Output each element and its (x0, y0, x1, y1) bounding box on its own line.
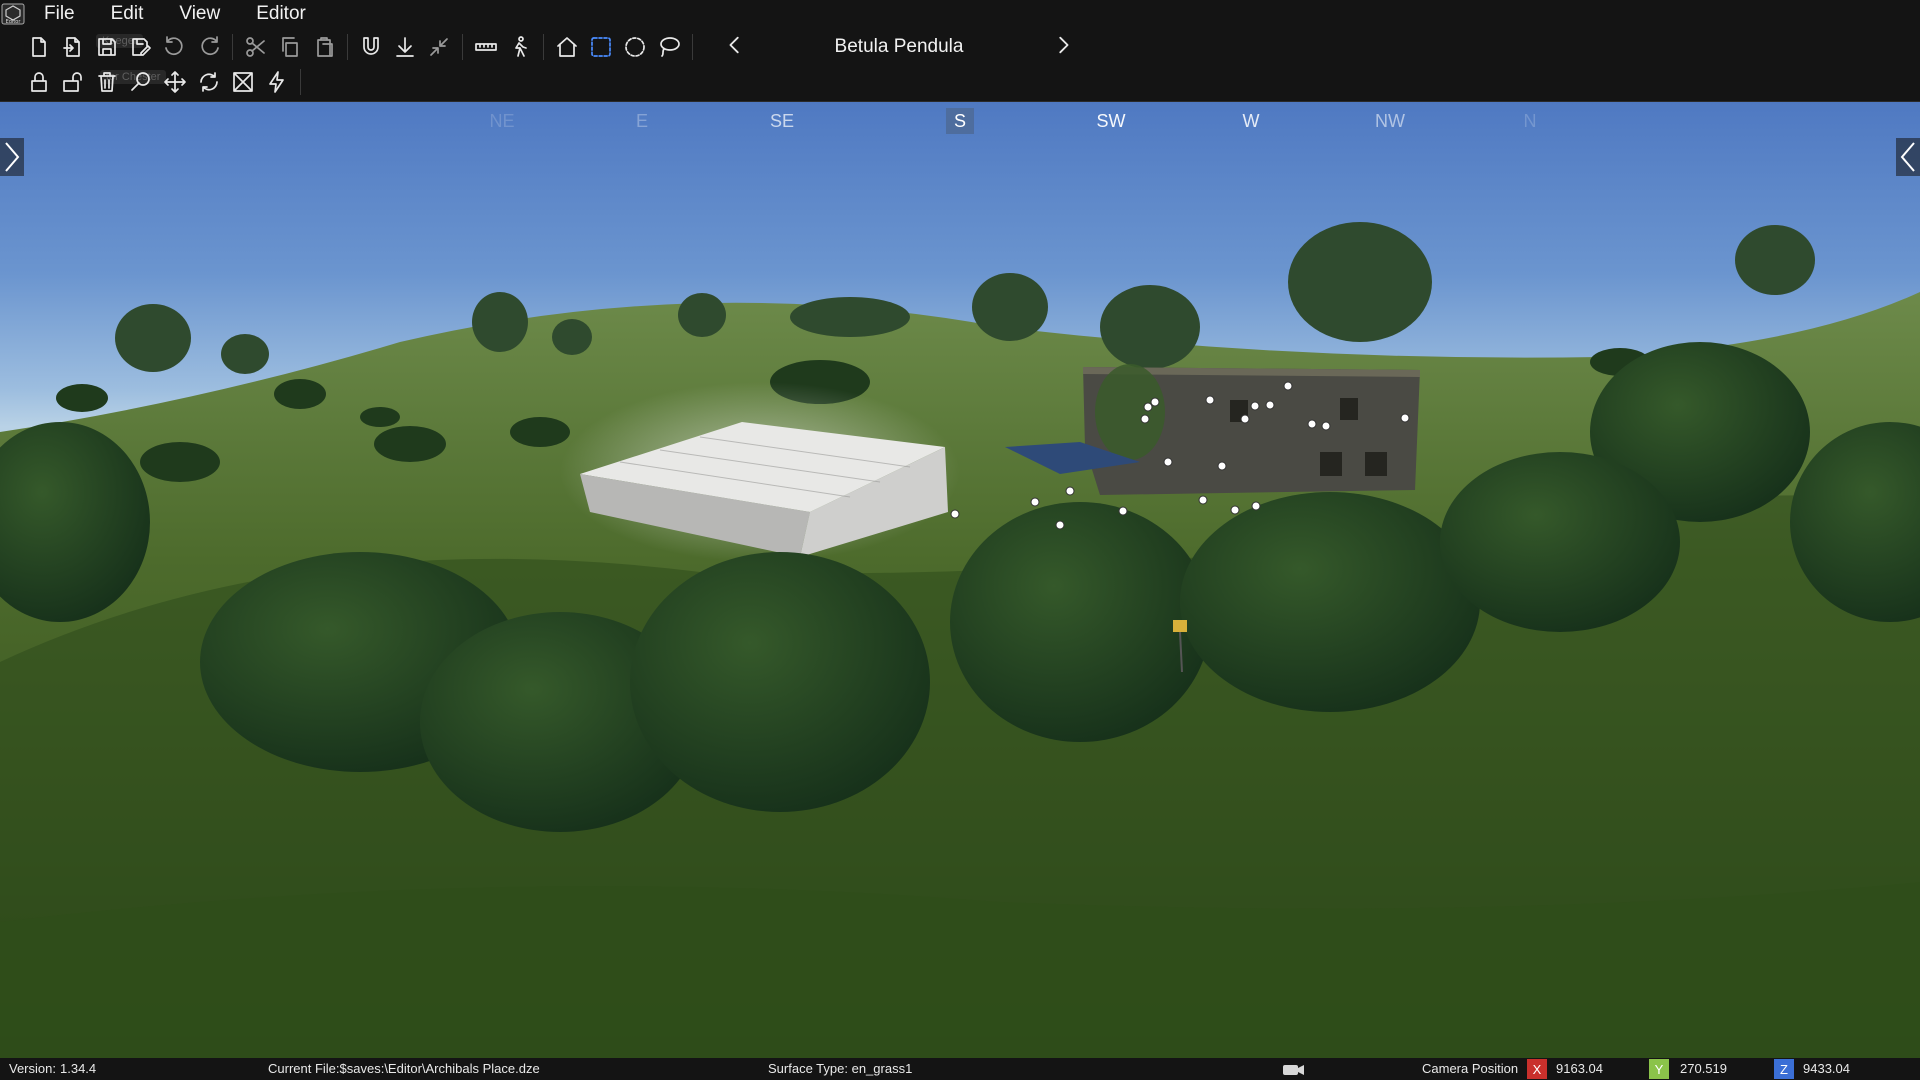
home-icon[interactable] (550, 31, 584, 63)
new-file-icon[interactable] (22, 31, 56, 63)
3d-viewport[interactable]: NE E SE S SW W NW N (0, 102, 1920, 1058)
toolbar-separator (300, 69, 301, 95)
move-icon[interactable] (158, 66, 192, 98)
compass-n: N (1523, 111, 1537, 131)
rotate-icon[interactable] (192, 66, 226, 98)
menu-bar: Editor File Edit View Editor (0, 0, 1920, 28)
x-axis-badge: X (1527, 1059, 1547, 1079)
camera-y-value: 270.519 (1680, 1061, 1727, 1076)
save-as-icon[interactable] (124, 31, 158, 63)
compass-w: W (1242, 111, 1260, 131)
current-file: Current File:$saves:\Editor\Archibals Pl… (268, 1061, 540, 1076)
compass-se: SE (769, 111, 795, 131)
y-axis-badge: Y (1649, 1059, 1669, 1079)
expand-left-panel-button[interactable] (0, 138, 24, 176)
measure-icon[interactable] (469, 31, 503, 63)
video-camera-icon[interactable] (1282, 1062, 1306, 1080)
lasso-select-icon[interactable] (652, 31, 686, 63)
cut-icon[interactable] (239, 31, 273, 63)
svg-text:Editor: Editor (6, 19, 22, 25)
undo-icon[interactable] (158, 31, 192, 63)
camera-position-label: Camera Position (1422, 1061, 1519, 1076)
search-icon[interactable] (124, 66, 158, 98)
toolbar-separator (232, 34, 233, 60)
expand-right-panel-button[interactable] (1896, 138, 1920, 176)
compass-s: S (945, 108, 975, 134)
toolbar-separator (543, 34, 544, 60)
next-object-button[interactable] (1052, 34, 1074, 61)
ruined-building (1083, 364, 1420, 495)
app-logo: Editor (0, 1, 26, 27)
surface-type: Surface Type: en_grass1 (768, 1061, 913, 1076)
scene-render (0, 222, 1920, 1058)
snap-ground-icon[interactable] (388, 31, 422, 63)
camera-z-value: 9433.04 (1803, 1061, 1850, 1076)
camera-x-value: 9163.04 (1556, 1061, 1603, 1076)
walk-icon[interactable] (503, 31, 537, 63)
menu-view[interactable]: View (161, 0, 238, 28)
circle-select-icon[interactable] (618, 31, 652, 63)
paste-icon[interactable] (307, 31, 341, 63)
magnet-icon[interactable] (354, 31, 388, 63)
version-label: Version: (9, 1061, 56, 1076)
toolbar: Kaeger tor Chester Betula Pendula (0, 28, 1920, 102)
box-select-icon[interactable] (584, 31, 618, 63)
copy-icon[interactable] (273, 31, 307, 63)
toolbar-separator (347, 34, 348, 60)
menu-edit[interactable]: Edit (93, 0, 162, 28)
toolbar-separator (692, 34, 693, 60)
lock-icon[interactable] (22, 66, 56, 98)
menu-file[interactable]: File (26, 0, 93, 28)
toolbar-row-2 (22, 65, 307, 99)
lightning-icon[interactable] (260, 66, 294, 98)
delete-icon[interactable] (90, 66, 124, 98)
sign (1173, 620, 1187, 632)
toolbar-row-1 (22, 30, 699, 64)
scale-icon[interactable] (226, 66, 260, 98)
compass-sw: SW (1096, 111, 1126, 131)
selected-object-name: Betula Pendula (834, 36, 964, 57)
compass-ne: NE (489, 111, 515, 131)
previous-object-button[interactable] (724, 34, 746, 61)
collapse-icon[interactable] (422, 31, 456, 63)
toolbar-separator (462, 34, 463, 60)
unlock-icon[interactable] (56, 66, 90, 98)
redo-icon[interactable] (192, 31, 226, 63)
open-file-icon[interactable] (56, 31, 90, 63)
version-value: 1.34.4 (60, 1061, 97, 1076)
compass-nw: NW (1375, 111, 1405, 131)
object-navigator: Betula Pendula (724, 30, 1074, 64)
menu-editor[interactable]: Editor (238, 0, 324, 28)
compass-strip: NE E SE S SW W NW N (0, 108, 1920, 136)
compass-e: E (635, 111, 649, 131)
z-axis-badge: Z (1774, 1059, 1794, 1079)
save-icon[interactable] (90, 31, 124, 63)
status-bar: Version: 1.34.4 Current File:$saves:\Edi… (0, 1058, 1920, 1080)
